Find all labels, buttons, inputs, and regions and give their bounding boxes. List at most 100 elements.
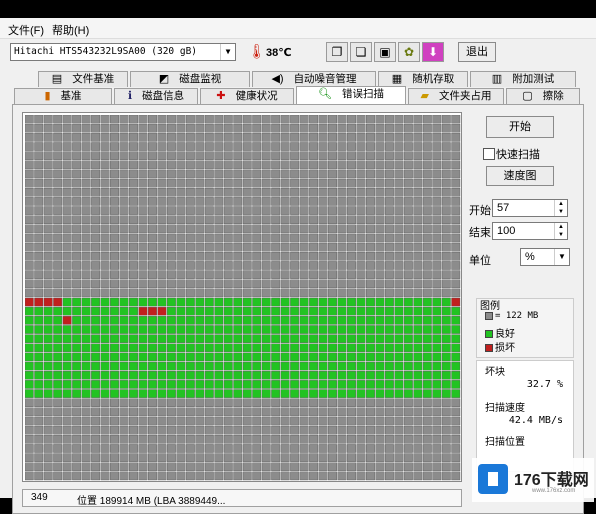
scan-block-untested xyxy=(214,444,224,453)
tab-folder-usage[interactable]: ▰ 文件夹占用 xyxy=(408,88,504,104)
scan-block-untested xyxy=(441,133,451,142)
scan-block-good xyxy=(233,325,243,334)
scan-block-untested xyxy=(25,187,34,197)
scan-block-good xyxy=(280,343,290,353)
scan-block-good xyxy=(53,361,63,371)
scan-block-untested xyxy=(223,288,233,298)
app-window: 文件(F) 帮助(H) Hitachi HTS543232L9SA00 (320… xyxy=(0,18,596,514)
scan-block-untested xyxy=(119,462,129,472)
scan-block-untested xyxy=(432,169,442,179)
scan-block-untested xyxy=(100,425,110,435)
copy-all-icon[interactable]: ❏ xyxy=(350,42,372,62)
scan-block-untested xyxy=(110,197,119,206)
scan-block-untested xyxy=(280,407,290,417)
scan-block-untested xyxy=(403,242,413,252)
tab-random-access[interactable]: ▦ 随机存取 xyxy=(378,71,468,87)
drive-select[interactable]: Hitachi HTS543232L9SA00 (320 gB) ▼ xyxy=(10,43,236,61)
scan-block-untested xyxy=(394,178,404,188)
tab-erase[interactable]: ▢ 擦除 xyxy=(506,88,580,104)
quick-scan-checkbox[interactable] xyxy=(483,148,495,160)
scan-block-untested xyxy=(356,215,366,225)
end-stepper[interactable]: 100 ▲ ▼ xyxy=(492,222,568,240)
scan-block-good xyxy=(233,352,243,362)
tab-file-benchmark[interactable]: ▤ 文件基准 xyxy=(38,71,128,87)
start-scan-button[interactable]: 开始 xyxy=(486,116,554,138)
scan-block-good xyxy=(347,306,356,316)
scan-block-good xyxy=(271,352,281,362)
scan-block-untested xyxy=(261,416,271,426)
stepper-arrows-icon[interactable]: ▲ ▼ xyxy=(554,223,567,239)
unit-select[interactable]: % ▼ xyxy=(520,248,570,266)
scan-block-untested xyxy=(233,160,243,170)
scan-block-untested xyxy=(422,252,432,261)
save-icon[interactable]: ▣ xyxy=(374,42,396,62)
scan-block-untested xyxy=(157,453,167,462)
scan-block-good xyxy=(242,306,252,316)
scan-block-good xyxy=(252,371,262,380)
scan-block-untested xyxy=(252,398,262,407)
stepper-arrows-icon[interactable]: ▲ ▼ xyxy=(554,200,567,216)
download-icon[interactable]: ⬇ xyxy=(422,42,444,62)
scan-block-good xyxy=(148,343,157,353)
scan-block-untested xyxy=(91,462,101,472)
scan-block-untested xyxy=(81,462,91,472)
scan-block-untested xyxy=(441,242,451,252)
scan-block-untested xyxy=(110,151,119,160)
scan-block-untested xyxy=(81,425,91,435)
scan-block-untested xyxy=(185,435,195,444)
scan-block-untested xyxy=(223,407,233,417)
scan-block-untested xyxy=(337,233,347,243)
scan-block-untested xyxy=(53,142,63,151)
scan-block-untested xyxy=(252,115,262,124)
scan-block-good xyxy=(337,334,347,343)
scan-block-untested xyxy=(451,416,461,426)
scan-block-good xyxy=(451,334,461,343)
scan-block-good xyxy=(375,306,385,316)
scan-block-untested xyxy=(242,197,252,206)
menu-help[interactable]: 帮助(H) xyxy=(52,22,89,38)
tab-aam[interactable]: ◀) 自动噪音管理 xyxy=(252,71,376,87)
scan-block-untested xyxy=(432,444,442,453)
info-icon: ℹ xyxy=(127,90,133,102)
tab-error-scan[interactable]: 🔍︎ 错误扫描 xyxy=(296,86,406,104)
scan-block-untested xyxy=(214,123,224,133)
scan-block-untested xyxy=(337,407,347,417)
scan-block-untested xyxy=(204,133,214,142)
scan-block-untested xyxy=(195,233,205,243)
scan-block-good xyxy=(119,343,129,353)
scan-block-untested xyxy=(223,123,233,133)
scan-block-good xyxy=(100,325,110,334)
scan-block-untested xyxy=(129,233,138,243)
scan-block-untested xyxy=(148,407,157,417)
scan-block-untested xyxy=(166,270,176,279)
scan-block-untested xyxy=(34,123,44,133)
scan-block-untested xyxy=(25,416,34,426)
scan-block-untested xyxy=(366,270,375,279)
scan-block-untested xyxy=(25,160,34,170)
start-stepper[interactable]: 57 ▲ ▼ xyxy=(492,199,568,217)
scan-block-untested xyxy=(394,151,404,160)
scan-block-untested xyxy=(43,252,53,261)
tab-disk-info[interactable]: ℹ 磁盘信息 xyxy=(114,88,198,104)
tab-health[interactable]: ✚ 健康状况 xyxy=(200,88,294,104)
chevron-down-icon[interactable]: ▼ xyxy=(220,44,235,60)
scan-block-untested xyxy=(176,435,186,444)
menu-file[interactable]: 文件(F) xyxy=(8,22,44,38)
chevron-down-icon[interactable]: ▼ xyxy=(554,249,569,265)
scan-block-untested xyxy=(347,288,356,298)
scan-block-untested xyxy=(347,178,356,188)
tab-benchmark[interactable]: ▮ 基准 xyxy=(14,88,112,104)
copy-icon[interactable]: ❐ xyxy=(326,42,348,62)
scan-block-untested xyxy=(356,142,366,151)
speed-graph-button[interactable]: 速度图 xyxy=(486,166,554,186)
scan-block-untested xyxy=(299,279,309,289)
tab-extra-tests[interactable]: ▥ 附加测试 xyxy=(470,71,576,87)
tab-disk-monitor[interactable]: ◩ 磁盘监视 xyxy=(130,71,250,87)
scan-block-untested xyxy=(110,115,119,124)
scan-block-untested xyxy=(72,471,82,481)
scan-block-good xyxy=(157,297,167,307)
options-icon[interactable]: ✿ xyxy=(398,42,420,62)
scan-block-untested xyxy=(43,187,53,197)
exit-button[interactable]: 退出 xyxy=(458,42,496,62)
scan-block-untested xyxy=(347,407,356,417)
